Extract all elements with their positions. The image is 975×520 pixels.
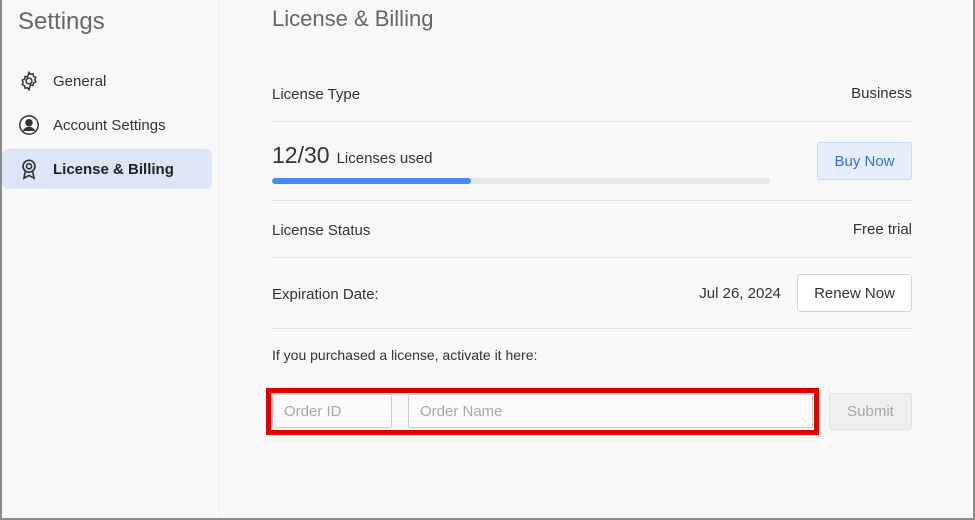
expiration-row: Expiration Date: Jul 26, 2024 Renew Now [272,258,912,329]
renew-now-button[interactable]: Renew Now [797,274,912,312]
highlight-box [266,388,819,435]
license-type-row: License Type Business [272,72,912,122]
gear-icon [18,70,40,92]
sidebar-item-account-settings[interactable]: Account Settings [2,105,212,145]
license-status-value: Free trial [852,221,912,238]
submit-button[interactable]: Submit [829,393,912,430]
expiration-value: Jul 26, 2024 [699,285,781,302]
sidebar-item-label: Account Settings [53,116,166,134]
page-title: License & Billing [272,6,434,31]
licenses-count: 12/30 Licenses used [272,142,432,169]
licenses-progress-bar [272,178,770,184]
license-type-value: Business [851,85,912,102]
sidebar-title: Settings [18,8,105,35]
licenses-progress-fill [272,178,472,184]
sidebar-item-general[interactable]: General [2,61,212,101]
expiration-label: Expiration Date: [272,286,379,303]
licenses-used-count: 12/30 [272,142,330,168]
sidebar-item-label: License & Billing [53,160,174,178]
sidebar-item-label: General [53,72,107,90]
buy-now-button[interactable]: Buy Now [817,142,912,180]
license-status-label: License Status [272,222,371,239]
activate-instructions: If you purchased a license, activate it … [272,347,538,363]
sidebar: Settings General Account Settings Licens… [2,0,220,518]
licenses-used-label: Licenses used [336,150,433,167]
licenses-used-row: 12/30 Licenses used Buy Now [272,122,912,201]
main-content: License & Billing License Type Business … [221,0,973,518]
user-circle-icon [18,114,40,136]
license-status-row: License Status Free trial [272,201,912,258]
sidebar-item-license-billing[interactable]: License & Billing [2,149,212,189]
license-type-label: License Type [272,86,361,103]
badge-icon [18,158,40,180]
